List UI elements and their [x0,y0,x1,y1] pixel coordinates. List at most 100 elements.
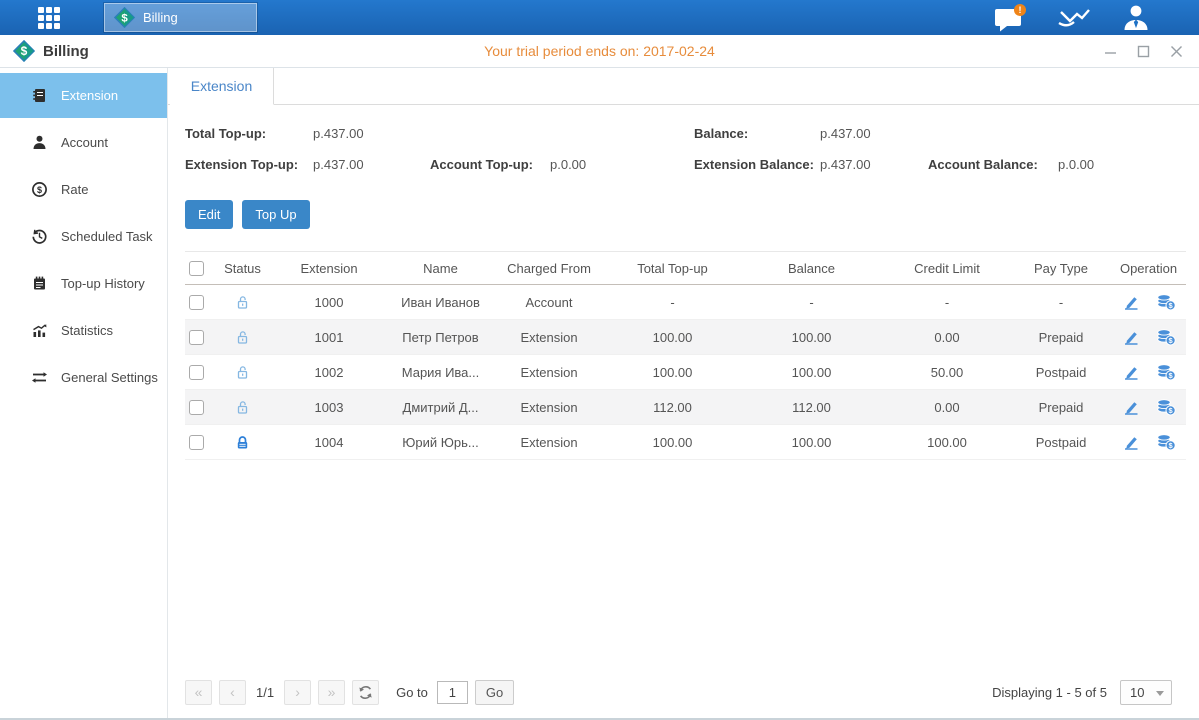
page-indicator: 1/1 [256,685,274,700]
column-header: Pay Type [1011,252,1111,285]
taskbar-tab-billing[interactable]: $ Billing [104,3,257,32]
row-checkbox[interactable] [189,365,204,380]
table-row: 1004Юрий Юрь...Extension100.00100.00100.… [185,425,1186,460]
charged-from-cell: Account [493,285,605,320]
tab-strip: Extension [168,68,1199,105]
first-page-icon[interactable]: « [185,680,212,705]
sidebar-item-top-up-history[interactable]: Top-up History [0,261,167,306]
row-checkbox[interactable] [189,400,204,415]
row-checkbox[interactable] [189,295,204,310]
balance-cell: 100.00 [740,320,883,355]
sidebar: Extension Account $RateScheduled TaskTop-u… [0,68,168,718]
last-page-icon[interactable]: » [318,680,345,705]
page-size-dropdown[interactable]: 10 [1120,680,1172,705]
column-header: Balance [740,252,883,285]
go-button[interactable]: Go [475,680,514,705]
lock-open-icon[interactable] [234,294,251,311]
apps-grid-icon[interactable] [38,7,60,29]
next-page-icon[interactable]: › [284,680,311,705]
taskbar-tab-label: Billing [143,10,178,25]
credit-limit-cell: - [883,285,1011,320]
close-icon[interactable] [1170,45,1183,58]
extension-balance-value: p.437.00 [820,157,928,172]
column-header: Status [215,252,270,285]
balance-cell: - [740,285,883,320]
pagination-bar: « ‹ 1/1 › » Go to Go Displaying [185,678,1186,718]
column-header: Charged From [493,252,605,285]
statistics-monitor-icon[interactable] [1057,6,1091,30]
total-topup-label: Total Top-up: [185,126,313,141]
account-topup-value: p.0.00 [550,157,586,172]
sidebar-item-rate[interactable]: $Rate [0,167,167,212]
page-size-value: 10 [1130,685,1144,700]
pay-type-cell: - [1011,285,1111,320]
edit-icon[interactable] [1122,329,1140,346]
edit-icon[interactable] [1122,294,1140,311]
lock-open-icon[interactable] [234,329,251,346]
pay-type-cell: Postpaid [1011,425,1111,460]
extension-topup-label: Extension Top-up: [185,157,313,172]
sidebar-item-general-settings[interactable]: General Settings [0,355,167,400]
total-topup-cell: 100.00 [605,355,740,390]
top-up-icon[interactable]: $ [1156,433,1176,451]
row-checkbox[interactable] [189,435,204,450]
lock-closed-icon[interactable] [234,434,251,451]
column-header: Operation [1111,252,1186,285]
top-up-button[interactable]: Top Up [242,200,309,229]
edit-icon[interactable] [1122,364,1140,381]
charged-from-cell: Extension [493,425,605,460]
lock-open-icon[interactable] [234,399,251,416]
name-cell: Иван Иванов [388,285,493,320]
notification-badge: ! [1019,5,1022,15]
previous-page-icon[interactable]: ‹ [219,680,246,705]
balance-cell: 112.00 [740,390,883,425]
rate-icon: $ [30,181,48,198]
edit-icon[interactable] [1122,399,1140,416]
top-up-icon[interactable]: $ [1156,363,1176,381]
extension-icon [30,87,48,104]
sidebar-item-statistics[interactable]: Statistics [0,308,167,353]
maximize-icon[interactable] [1137,45,1150,58]
main-content: Extension Total Top-up: p.437.00 Extensi… [168,68,1199,718]
edit-icon[interactable] [1122,434,1140,451]
sidebar-item-label: Account [61,135,108,150]
total-topup-value: p.437.00 [313,126,364,141]
total-topup-cell: 100.00 [605,425,740,460]
sidebar-item-extension[interactable]: Extension [0,73,167,118]
messages-icon[interactable]: ! [993,4,1027,32]
top-up-icon[interactable]: $ [1156,398,1176,416]
account-topup-label: Account Top-up: [430,157,550,172]
pay-type-cell: Prepaid [1011,320,1111,355]
extension-balance-label: Extension Balance: [694,157,820,172]
billing-diamond-icon: $ [114,7,135,28]
name-cell: Дмитрий Д... [388,390,493,425]
svg-text:$: $ [36,185,41,195]
column-header: Total Top-up [605,252,740,285]
lock-open-icon[interactable] [234,364,251,381]
total-topup-cell: 112.00 [605,390,740,425]
table-row: 1003Дмитрий Д...Extension112.00112.000.0… [185,390,1186,425]
user-icon[interactable] [1121,4,1151,31]
general-settings-icon [30,369,48,386]
sidebar-item-account[interactable]: Account [0,120,167,165]
credit-limit-cell: 0.00 [883,320,1011,355]
tab-extension[interactable]: Extension [170,68,274,105]
account-balance-value: p.0.00 [1058,157,1094,172]
column-header: Credit Limit [883,252,1011,285]
sidebar-item-scheduled-task[interactable]: Scheduled Task [0,214,167,259]
refresh-icon[interactable] [352,680,379,705]
top-up-icon[interactable]: $ [1156,328,1176,346]
table-row: 1000Иван ИвановAccount----$ [185,285,1186,320]
edit-button[interactable]: Edit [185,200,233,229]
trial-notice: Your trial period ends on: 2017-02-24 [484,43,715,59]
row-checkbox[interactable] [189,330,204,345]
sidebar-item-label: Statistics [61,323,113,338]
select-all-checkbox[interactable] [189,261,204,276]
top-up-icon[interactable]: $ [1156,293,1176,311]
goto-page-input[interactable] [437,681,468,704]
charged-from-cell: Extension [493,355,605,390]
billing-diamond-icon: $ [13,40,35,62]
minimize-icon[interactable] [1104,45,1117,58]
name-cell: Юрий Юрь... [388,425,493,460]
extension-cell: 1003 [270,390,388,425]
